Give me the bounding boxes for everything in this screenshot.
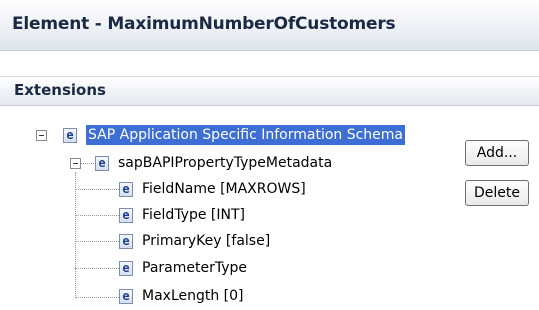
extensions-section-header[interactable]: Extensions [0, 76, 539, 106]
element-icon: e [63, 128, 77, 143]
section-title: Extensions [14, 81, 106, 99]
tree-node-label[interactable]: SAP Application Specific Information Sch… [86, 125, 406, 145]
editor-title-bar: Element - MaximumNumberOfCustomers [0, 0, 539, 51]
tree-node-label[interactable]: sapBAPIPropertyTypeMetadata [116, 153, 334, 173]
element-icon: e [119, 289, 133, 304]
tree-node-label[interactable]: PrimaryKey [false] [140, 231, 272, 251]
collapse-icon[interactable] [36, 130, 47, 141]
element-icon: e [119, 208, 133, 223]
element-icon: e [119, 261, 133, 276]
tree-node-label[interactable]: ParameterType [140, 258, 249, 278]
page-title: Element - MaximumNumberOfCustomers [12, 14, 396, 34]
collapse-icon[interactable] [70, 158, 81, 169]
tree-node-root[interactable]: e SAP Application Specific Information S… [0, 124, 420, 148]
tree-leaf[interactable]: e PrimaryKey [false] [0, 231, 420, 255]
tree-leaf[interactable]: e FieldName [MAXROWS] [0, 179, 420, 203]
tree-leaf[interactable]: e MaxLength [0] [0, 286, 420, 310]
element-icon: e [119, 234, 133, 249]
tree-node-label[interactable]: MaxLength [0] [140, 286, 246, 306]
delete-button[interactable]: Delete [465, 180, 529, 206]
element-icon: e [95, 156, 109, 171]
tree-node-child[interactable]: e sapBAPIPropertyTypeMetadata [0, 152, 420, 176]
tree-leaf[interactable]: e ParameterType [0, 258, 420, 282]
tree-leaf[interactable]: e FieldType [INT] [0, 205, 420, 229]
element-icon: e [119, 182, 133, 197]
add-button[interactable]: Add... [465, 140, 529, 166]
tree-node-label[interactable]: FieldType [INT] [140, 205, 247, 225]
tree-node-label[interactable]: FieldName [MAXROWS] [140, 179, 308, 199]
